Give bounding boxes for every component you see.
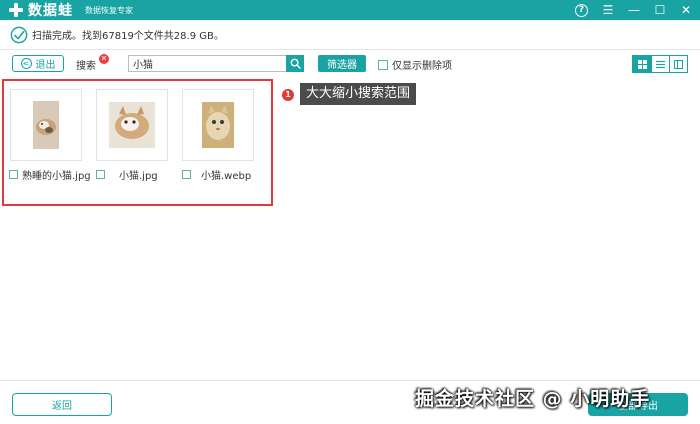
clear-search-icon[interactable]: ✕ [99, 54, 109, 64]
view-mode-toggle [632, 55, 688, 73]
back-arrow-icon: < [20, 58, 32, 69]
search-label: 搜索 [76, 61, 96, 72]
file-name: 小猫.webp [201, 171, 252, 182]
filter-button[interactable]: 筛选器 [318, 55, 366, 72]
app-logo: 数据蛙 [8, 0, 73, 20]
watermark-text: 掘金技术社区 @ 小明助手 [415, 388, 651, 410]
exit-button[interactable]: < 退出 [12, 55, 64, 72]
check-circle-icon [10, 26, 28, 43]
file-thumbnail[interactable] [182, 89, 254, 161]
search-button[interactable] [286, 55, 304, 72]
file-name: 熟睡的小猫.jpg [22, 171, 91, 182]
file-item[interactable]: 小猫.webp [182, 167, 251, 182]
search-results-grid: 熟睡的小猫.jpg 小猫.jpg 小猫.webp [2, 79, 273, 206]
file-item[interactable]: 熟睡的小猫.jpg [9, 167, 91, 182]
file-checkbox[interactable] [182, 170, 191, 179]
cat-photo-image [109, 102, 155, 148]
annotation-callout: 大大缩小搜索范围 [300, 83, 417, 105]
cat-photo-image [202, 102, 234, 148]
only-deleted-checkbox[interactable] [378, 59, 388, 70]
search-input[interactable] [128, 55, 286, 72]
close-button[interactable]: ✕ [680, 0, 692, 20]
file-checkbox[interactable] [9, 170, 18, 179]
detail-view-icon[interactable] [669, 56, 687, 72]
minimize-button[interactable]: — [628, 0, 640, 20]
annotation-badge: 1 [282, 89, 294, 101]
scan-status-text: 扫描完成。找到67819个文件共28.9 GB。 [32, 31, 224, 42]
cat-photo-image [33, 101, 59, 149]
only-deleted-label: 仅显示删除项 [392, 61, 452, 72]
list-view-icon[interactable] [651, 56, 669, 72]
help-icon[interactable]: ? [575, 3, 588, 17]
menu-icon[interactable]: ☰ [602, 0, 614, 20]
grid-view-icon[interactable] [633, 56, 651, 72]
file-item[interactable]: 小猫.jpg [96, 167, 158, 182]
only-deleted-toggle[interactable]: 仅显示删除项 [378, 57, 452, 72]
file-checkbox[interactable] [96, 170, 105, 179]
app-title: 数据蛙 [28, 3, 73, 19]
search-icon [290, 58, 301, 69]
scan-status-bar: 扫描完成。找到67819个文件共28.9 GB。 [0, 20, 700, 50]
maximize-button[interactable]: ☐ [654, 0, 666, 20]
file-thumbnail[interactable] [10, 89, 82, 161]
cross-logo-icon [8, 2, 24, 18]
back-button[interactable]: 返回 [12, 393, 112, 416]
file-thumbnail[interactable] [96, 89, 168, 161]
app-subtitle: 数据恢复专家 [85, 5, 133, 15]
file-name: 小猫.jpg [119, 171, 158, 182]
title-bar: 数据蛙 数据恢复专家 ? ☰ — ☐ ✕ [0, 0, 700, 20]
exit-label: 退出 [35, 60, 56, 71]
toolbar: < 退出 搜索 ✕ 筛选器 仅显示删除项 [0, 52, 700, 76]
